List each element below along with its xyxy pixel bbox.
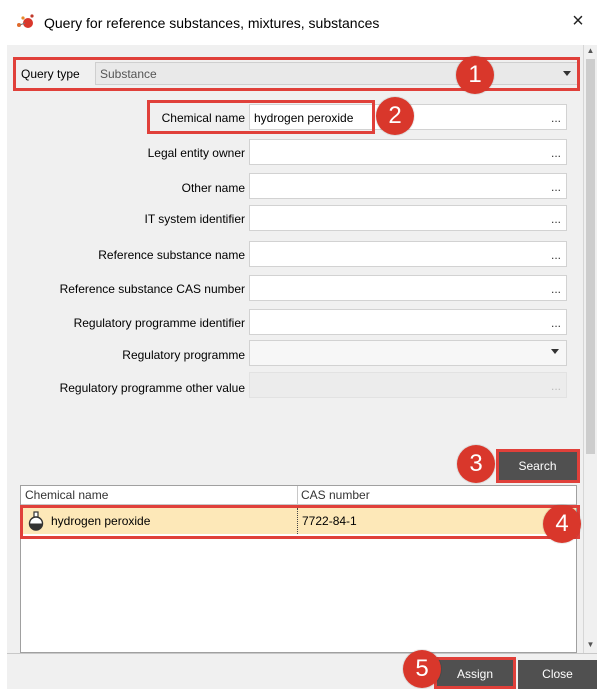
- step-badge-4: 4: [543, 505, 581, 543]
- reference-substance-cas-input[interactable]: ...: [249, 275, 567, 301]
- regulatory-programme-other-input: ...: [249, 372, 567, 398]
- highlight-query-type: [13, 57, 580, 91]
- regulatory-programme-identifier-label: Regulatory programme identifier: [73, 316, 245, 330]
- scrollbar-thumb[interactable]: [586, 59, 595, 454]
- step-badge-1: 1: [456, 56, 494, 94]
- step-badge-3: 3: [457, 445, 495, 483]
- regulatory-programme-identifier-input[interactable]: ...: [249, 309, 567, 335]
- app-logo-icon: [17, 14, 34, 28]
- legal-entity-owner-label: Legal entity owner: [147, 146, 245, 160]
- regulatory-programme-select[interactable]: [249, 340, 567, 366]
- legal-entity-owner-browse-button[interactable]: ...: [551, 146, 561, 160]
- other-name-browse-button[interactable]: ...: [551, 180, 561, 194]
- scroll-up-icon[interactable]: ▲: [584, 45, 597, 57]
- legal-entity-owner-input[interactable]: ...: [249, 139, 567, 165]
- highlight-assign: [434, 657, 516, 689]
- close-button[interactable]: Close: [518, 660, 597, 689]
- it-system-identifier-browse-button[interactable]: ...: [551, 212, 561, 226]
- chemical-name-browse-button[interactable]: ...: [551, 111, 561, 125]
- highlight-search: [496, 449, 580, 483]
- column-divider: [297, 486, 298, 504]
- step-badge-2: 2: [376, 97, 414, 135]
- reference-substance-cas-label: Reference substance CAS number: [59, 282, 245, 296]
- step-badge-5: 5: [403, 650, 441, 688]
- regulatory-programme-other-browse-button: ...: [550, 379, 561, 393]
- window-title: Query for reference substances, mixtures…: [44, 15, 380, 31]
- title-bar: Query for reference substances, mixtures…: [0, 0, 597, 45]
- chevron-down-icon: [551, 349, 559, 354]
- regulatory-programme-identifier-browse-button[interactable]: ...: [551, 316, 561, 330]
- it-system-identifier-input[interactable]: ...: [249, 205, 567, 231]
- reference-substance-name-label: Reference substance name: [98, 248, 245, 262]
- reference-substance-name-input[interactable]: ...: [249, 241, 567, 267]
- it-system-identifier-label: IT system identifier: [144, 212, 245, 226]
- reference-substance-cas-browse-button[interactable]: ...: [551, 282, 561, 296]
- column-chemical-name[interactable]: Chemical name: [25, 488, 108, 502]
- close-window-icon[interactable]: ×: [566, 9, 590, 33]
- highlight-chemical-name: [147, 100, 375, 134]
- vertical-scrollbar[interactable]: ▲ ▼: [583, 45, 597, 653]
- regulatory-programme-label: Regulatory programme: [122, 348, 245, 362]
- regulatory-programme-other-label: Regulatory programme other value: [59, 381, 245, 395]
- scroll-down-icon[interactable]: ▼: [584, 639, 597, 651]
- highlight-result-row: [20, 505, 580, 539]
- reference-substance-name-browse-button[interactable]: ...: [551, 248, 561, 262]
- results-table-header: Chemical name CAS number: [21, 486, 576, 505]
- other-name-input[interactable]: ...: [249, 173, 567, 199]
- column-cas-number[interactable]: CAS number: [301, 488, 370, 502]
- other-name-label: Other name: [181, 181, 245, 195]
